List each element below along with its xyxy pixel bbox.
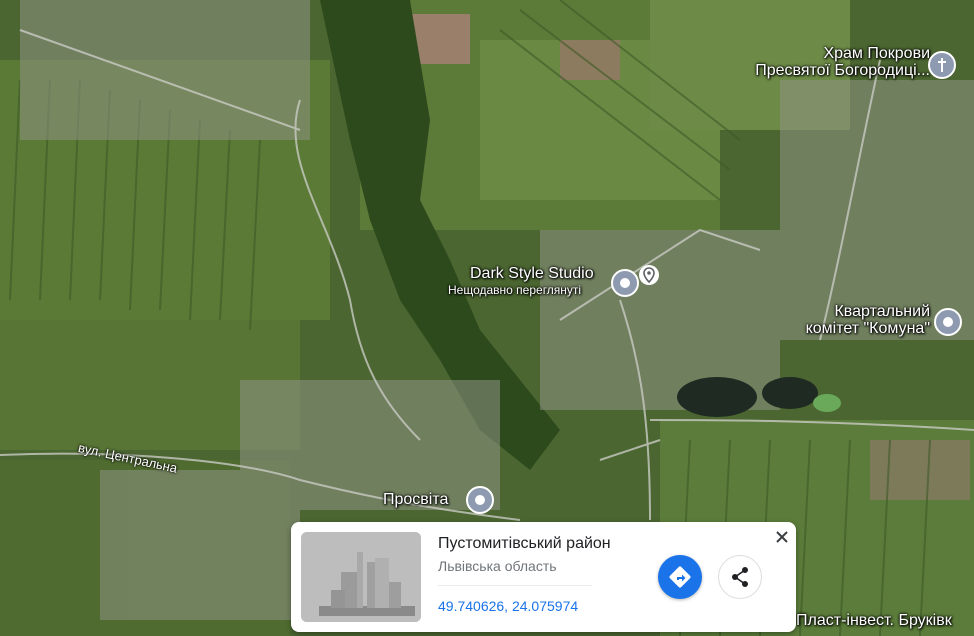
directions-icon bbox=[669, 566, 691, 588]
prosvita-label[interactable]: Просвіта bbox=[383, 491, 448, 509]
place-pin-icon[interactable] bbox=[933, 307, 963, 337]
studio-note: Нещодавно переглянуті bbox=[448, 283, 582, 297]
cross-pin-icon[interactable] bbox=[927, 50, 957, 80]
church-label[interactable]: Храм Покрови Пресвятої Богородиці... bbox=[755, 45, 930, 80]
card-divider bbox=[438, 585, 592, 586]
committee-label[interactable]: Квартальний комітет "Комуна" bbox=[805, 303, 930, 338]
church-label-line2: Пресвятої Богородиці... bbox=[755, 61, 930, 79]
share-button[interactable] bbox=[718, 555, 762, 599]
place-info-card[interactable]: Пустомитівський район Львівська область … bbox=[291, 522, 796, 632]
directions-button[interactable] bbox=[658, 555, 702, 599]
studio-label[interactable]: Dark Style Studio bbox=[470, 265, 594, 283]
place-pin-icon[interactable] bbox=[465, 485, 495, 515]
close-button[interactable] bbox=[771, 526, 793, 548]
committee-label-line1: Квартальний bbox=[834, 303, 930, 320]
place-title: Пустомитівський район bbox=[438, 535, 611, 552]
share-icon bbox=[732, 567, 748, 587]
location-outline-icon[interactable] bbox=[638, 264, 660, 290]
place-pin-icon[interactable] bbox=[610, 268, 640, 298]
place-region: Львівська область bbox=[438, 558, 557, 574]
coordinates-link[interactable]: 49.740626, 24.075974 bbox=[438, 598, 578, 614]
place-thumbnail[interactable] bbox=[301, 532, 421, 622]
building-silhouette-icon bbox=[301, 532, 421, 622]
bottom-right-label[interactable]: Пласт-інвест. Бруківк bbox=[796, 612, 952, 630]
committee-label-line2: комітет "Комуна" bbox=[805, 319, 930, 337]
church-label-line1: Храм Покрови bbox=[823, 45, 930, 62]
close-icon bbox=[776, 531, 788, 543]
